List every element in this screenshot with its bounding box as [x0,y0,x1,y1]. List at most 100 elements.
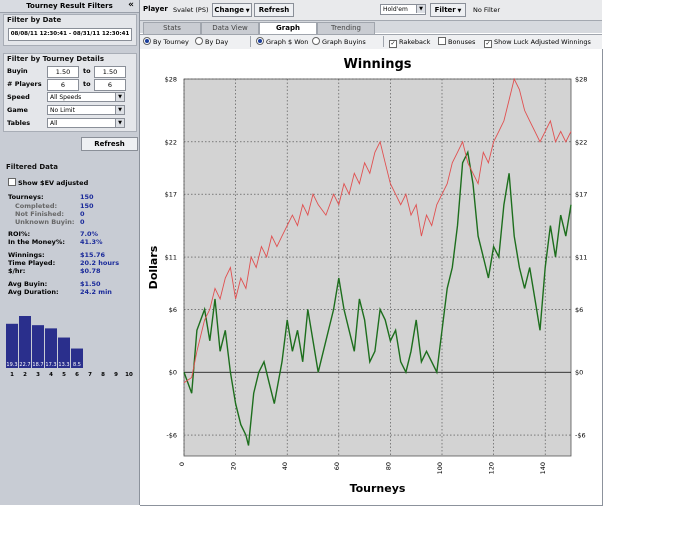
stat-label: Avg Buyin: [8,280,48,288]
y-tick-label-left: $22 [165,138,177,146]
chevron-down-icon: ▼ [115,93,124,101]
radio-icon [256,37,264,45]
rakeback-label: Rakeback [399,38,431,46]
stat-label: Completed: [15,202,58,210]
show-sev-label: Show $EV adjusted [18,179,89,187]
sidebar-refresh-button[interactable]: Refresh [81,137,138,151]
tables-value: All [50,120,58,127]
chevron-down-icon: ▼ [244,8,250,14]
filter-status: No Filter [473,6,501,14]
stat-value: $1.50 [80,280,101,288]
y-tick-label-left: $17 [165,191,177,199]
filter-sidebar: Tourney Result Filters « Filter by Date … [0,0,140,505]
checkbox-checked-icon: ✓ [484,40,492,48]
y-tick-label-right: $28 [575,76,587,84]
luck-adjusted-checkbox[interactable]: ✓ Show Luck Adjusted Winnings [484,37,591,48]
graph-buyins-radio[interactable]: Graph Buyins [312,37,366,47]
separator [250,36,251,47]
graph-options-bar: By Tourney By Day Graph $ Won Graph Buyi… [140,34,602,50]
x-tick-label: 20 [230,462,238,470]
buyin-min-input[interactable]: 1.50 [47,66,79,78]
x-tick-label: 100 [436,462,444,474]
speed-label: Speed [7,93,30,101]
y-tick-label-right: -$6 [575,432,586,440]
stat-label: Time Played: [8,259,56,267]
player-refresh-button[interactable]: Refresh [254,3,294,17]
stat-label: In the Money%: [8,238,66,246]
stat-label: $/hr: [8,267,26,275]
finish-position-histogram: 19.3 1 22.7 2 18.7 3 17.3 4 13.3 5 8.5 6 7 8 9 10 [6,316,133,378]
rakeback-checkbox[interactable]: ✓ Rakeback [389,37,430,48]
change-player-button[interactable]: Change ▼ [212,3,252,17]
histogram-bar-label: 13.3 [58,362,69,368]
game-type-select[interactable]: Hold'em ▼ [380,4,426,15]
histogram-bar-label: 19.3 [6,362,17,368]
x-tick-label: 60 [333,462,341,470]
stat-label: Tourneys: [8,193,44,201]
histogram-position-label: 7 [88,372,92,378]
game-select[interactable]: No Limit ▼ [47,105,125,115]
chevron-down-icon: ▼ [115,119,124,127]
histogram-bar-label: 18.7 [32,362,43,368]
bonuses-checkbox[interactable]: Bonuses [438,37,475,47]
sidebar-title: Tourney Result Filters [26,2,113,10]
by-tourney-radio[interactable]: By Tourney [143,37,189,47]
y-tick-label-right: $0 [575,369,583,377]
graph-buyins-label: Graph Buyins [322,38,366,46]
players-min-input[interactable]: 6 [47,79,79,91]
y-tick-label-right: $22 [575,138,587,146]
tab-trending[interactable]: Trending [317,22,375,34]
tables-select[interactable]: All ▼ [47,118,125,128]
histogram-position-label: 2 [23,372,27,378]
speed-value: All Speeds [50,94,82,101]
y-tick-label-right: $6 [575,306,583,314]
players-max-input[interactable]: 6 [94,79,126,91]
histogram-position-label: 4 [49,372,53,378]
tourney-details-title: Filter by Tourney Details [7,55,104,63]
player-label: Player [143,5,168,13]
by-day-label: By Day [205,38,229,46]
graph-won-radio[interactable]: Graph $ Won [256,37,308,47]
histogram-bar [19,316,31,368]
speed-select[interactable]: All Speeds ▼ [47,92,125,102]
stat-value: 24.2 min [80,288,112,296]
y-tick-label-right: $11 [575,254,587,262]
radio-icon [312,37,320,45]
radio-icon [143,37,151,45]
graph-won-label: Graph $ Won [266,38,309,46]
date-filter-title: Filter by Date [7,16,62,24]
y-tick-label-right: $17 [575,191,587,199]
stat-value: 150 [80,193,94,201]
chart-title: Winnings [343,57,411,72]
buyin-to-label: to [83,67,91,75]
histogram-position-label: 6 [75,372,79,378]
histogram-bar-label: 22.7 [19,362,30,368]
stat-value: 150 [80,202,94,210]
stat-label: Not Finished: [15,210,64,218]
tab-stats[interactable]: Stats [143,22,201,34]
histogram-bar-label: 17.3 [45,362,56,368]
sidebar-header: Tourney Result Filters « [0,0,139,13]
buyin-max-input[interactable]: 1.50 [94,66,126,78]
date-range-field[interactable]: 08/08/11 12:30:41 - 08/31/11 12:30:41 [8,28,132,41]
by-day-radio[interactable]: By Day [195,37,228,47]
checkbox-icon [8,178,16,186]
tab-graph[interactable]: Graph [259,22,317,34]
stat-value: $15.76 [80,251,106,259]
chevron-down-icon: ▼ [455,8,462,14]
show-sev-checkbox[interactable]: Show $EV adjusted [8,178,88,187]
stat-value: $0.78 [80,267,101,275]
filter-button[interactable]: Filter ▼ [430,3,466,17]
player-name: Svalet (PS) [173,6,209,14]
graph-panel: Winnings -$6 -$6 $0 $0 $6 $6 $11 $11 $17 $17 $22 $22… [140,49,603,506]
plot-area [183,78,572,457]
stat-label: Winnings: [8,251,45,259]
game-type-value: Hold'em [383,6,408,13]
histogram-position-label: 8 [101,372,105,378]
x-tick-label: 80 [384,462,392,470]
tab-data-view[interactable]: Data View [201,22,259,34]
collapse-icon[interactable]: « [128,0,134,11]
winnings-chart: Winnings -$6 -$6 $0 $0 $6 $6 $11 $11 $17 $17 $22 $22… [147,57,587,495]
chevron-down-icon: ▼ [416,5,425,13]
bonuses-label: Bonuses [448,38,476,46]
